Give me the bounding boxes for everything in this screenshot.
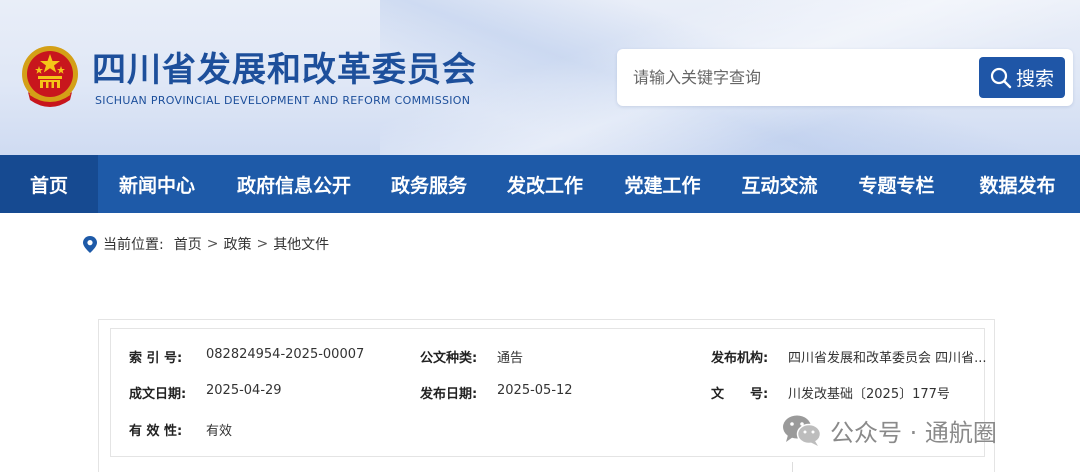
breadcrumb-item-other-files[interactable]: 其他文件 [273,234,329,254]
search-box: 搜索 [617,49,1073,106]
wechat-icon [783,415,822,446]
nav-item-home[interactable]: 首页 [0,155,98,213]
validity-label: 有 效 性: [129,424,183,439]
publish-date-label: 发布日期: [420,387,478,402]
site-subtitle: SICHUAN PROVINCIAL DEVELOPMENT AND REFOR… [95,94,471,107]
nav-item-gov-info[interactable]: 政府信息公开 [216,155,372,213]
search-button-label: 搜索 [1015,68,1054,90]
validity-value: 有效 [206,424,233,439]
search-button[interactable]: 搜索 [979,57,1065,98]
divider [792,462,793,472]
watermark-text: 公众号 · 通航圈 [830,418,997,447]
index-no-label: 索 引 号: [129,351,183,366]
doc-type-label: 公文种类: [420,351,478,366]
breadcrumb-label: 当前位置: [103,237,164,253]
nav-item-party-building[interactable]: 党建工作 [604,155,721,213]
nav-item-news[interactable]: 新闻中心 [98,155,216,213]
wechat-watermark: 公众号 · 通航圈 [782,410,997,450]
breadcrumb: 当前位置: 首页 > 政策 > 其他文件 [83,234,329,254]
breadcrumb-item-policy[interactable]: 政策 [223,234,251,254]
nav-item-services[interactable]: 政务服务 [372,155,486,213]
main-nav: 首页 新闻中心 政府信息公开 政务服务 发改工作 党建工作 互动交流 专题专栏 … [0,155,1080,213]
breadcrumb-item-home[interactable]: 首页 [174,234,202,254]
written-date-label: 成文日期: [129,387,187,402]
written-date-value: 2025-04-29 [206,383,282,398]
doc-type-value: 通告 [497,351,524,366]
breadcrumb-separator: > [206,236,219,252]
nav-item-special-topics[interactable]: 专题专栏 [838,155,955,213]
nav-item-data-release[interactable]: 数据发布 [955,155,1080,213]
site-header: 四川省发展和改革委员会 SICHUAN PROVINCIAL DEVELOPME… [0,0,1080,155]
nav-item-interaction[interactable]: 互动交流 [721,155,838,213]
breadcrumb-separator: > [256,236,269,252]
national-emblem-icon[interactable] [20,44,80,108]
nav-item-reform-work[interactable]: 发改工作 [486,155,604,213]
doc-no-label: 文 号: [711,387,769,402]
search-icon [990,67,1012,88]
search-input[interactable] [633,61,983,93]
issuer-label: 发布机构: [711,351,769,366]
publish-date-value: 2025-05-12 [497,383,573,398]
issuer-value: 四川省发展和改革委员会 四川省... [788,351,987,366]
index-no-value: 082824954-2025-00007 [206,347,365,362]
doc-no-value: 川发改基础〔2025〕177号 [788,387,950,402]
site-title: 四川省发展和改革委员会 [92,50,477,90]
location-pin-icon [83,235,97,253]
